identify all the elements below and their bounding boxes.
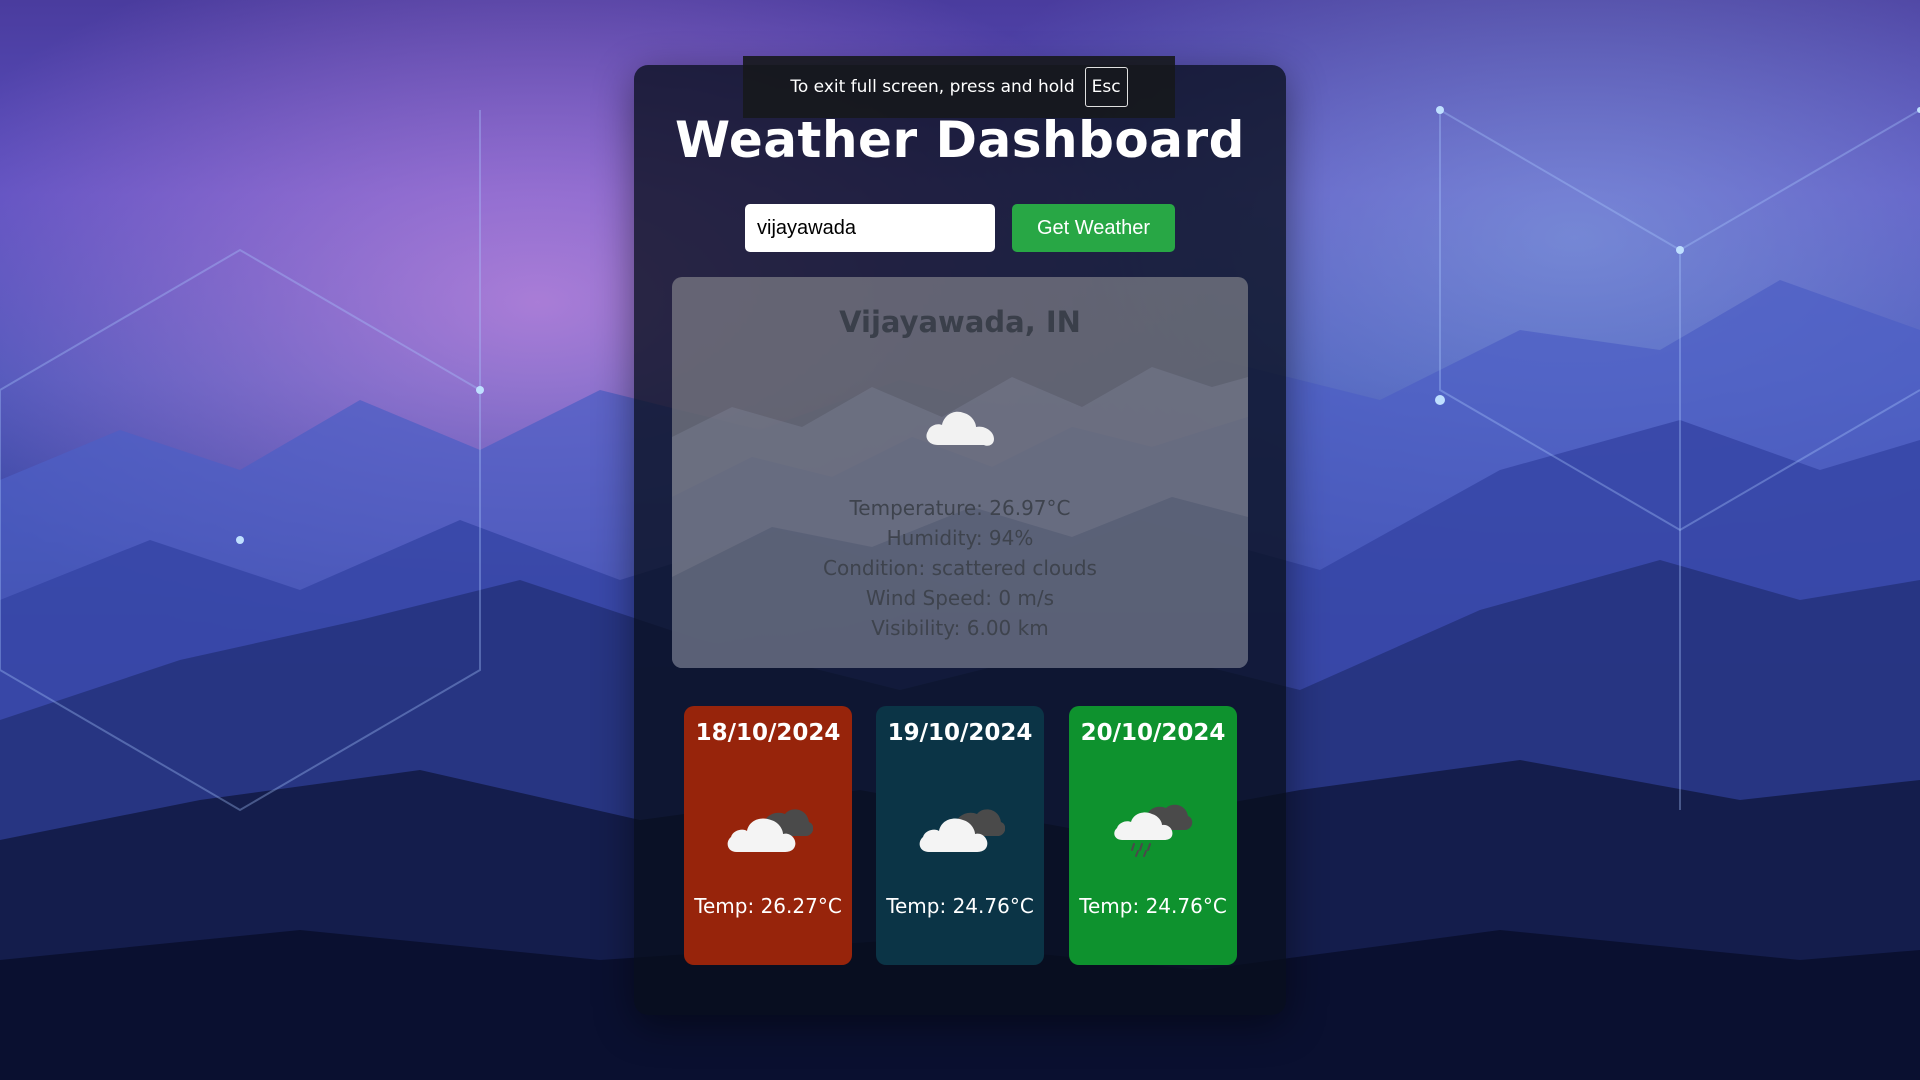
forecast-date: 18/10/2024 bbox=[695, 720, 841, 746]
condition-text: Condition: scattered clouds bbox=[823, 556, 1097, 580]
wind-speed-text: Wind Speed: 0 m/s bbox=[865, 586, 1055, 610]
rain-cloud-icon bbox=[1114, 804, 1193, 857]
forecast-date: 20/10/2024 bbox=[1080, 720, 1226, 746]
temperature-text: Temperature: 26.97°C bbox=[849, 496, 1071, 520]
current-weather-details: Temperature: 26.97°C Humidity: 94% Condi… bbox=[672, 493, 1248, 643]
broken-clouds-icon bbox=[727, 809, 813, 852]
forecast-card-day-3: 20/10/2024 Temp: 24.76°C bbox=[1069, 706, 1237, 965]
forecast-date: 19/10/2024 bbox=[887, 720, 1033, 746]
esc-key-hint: Esc bbox=[1084, 67, 1128, 107]
forecast-temperature: Temp: 24.76°C bbox=[1079, 894, 1227, 918]
get-weather-button[interactable]: Get Weather bbox=[1012, 204, 1175, 252]
cloud-icon bbox=[926, 411, 994, 446]
current-city-name: Vijayawada, IN bbox=[839, 305, 1081, 339]
forecast-temperature: Temp: 26.27°C bbox=[694, 894, 842, 918]
humidity-text: Humidity: 94% bbox=[886, 526, 1034, 550]
forecast-temperature: Temp: 24.76°C bbox=[886, 894, 1034, 918]
current-weather-panel: Vijayawada, IN Temperature: 26.97°C Humi… bbox=[672, 277, 1248, 668]
visibility-text: Visibility: 6.00 km bbox=[871, 616, 1049, 640]
fullscreen-exit-notice: To exit full screen, press and hold Esc bbox=[743, 56, 1175, 118]
city-search-input[interactable] bbox=[745, 204, 995, 252]
forecast-card-day-1: 18/10/2024 Temp: 26.27°C bbox=[684, 706, 852, 965]
broken-clouds-icon bbox=[919, 809, 1005, 852]
fullscreen-notice-text: To exit full screen, press and hold bbox=[790, 77, 1075, 97]
forecast-card-day-2: 19/10/2024 Temp: 24.76°C bbox=[876, 706, 1044, 965]
